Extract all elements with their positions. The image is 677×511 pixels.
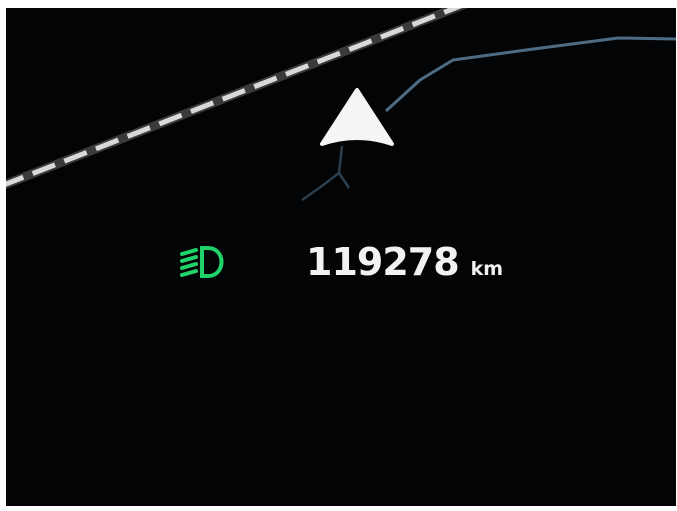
low-beam-headlight-icon [180, 246, 224, 278]
odometer-value: 119278 [306, 240, 460, 284]
instrument-cluster-display: 119278 km [6, 8, 676, 506]
map-branch-road [301, 145, 351, 202]
odometer-readout: 119278 km [306, 240, 503, 284]
navigation-route [384, 36, 676, 113]
navigation-arrow-icon [320, 88, 394, 146]
odometer-unit: km [470, 258, 504, 280]
